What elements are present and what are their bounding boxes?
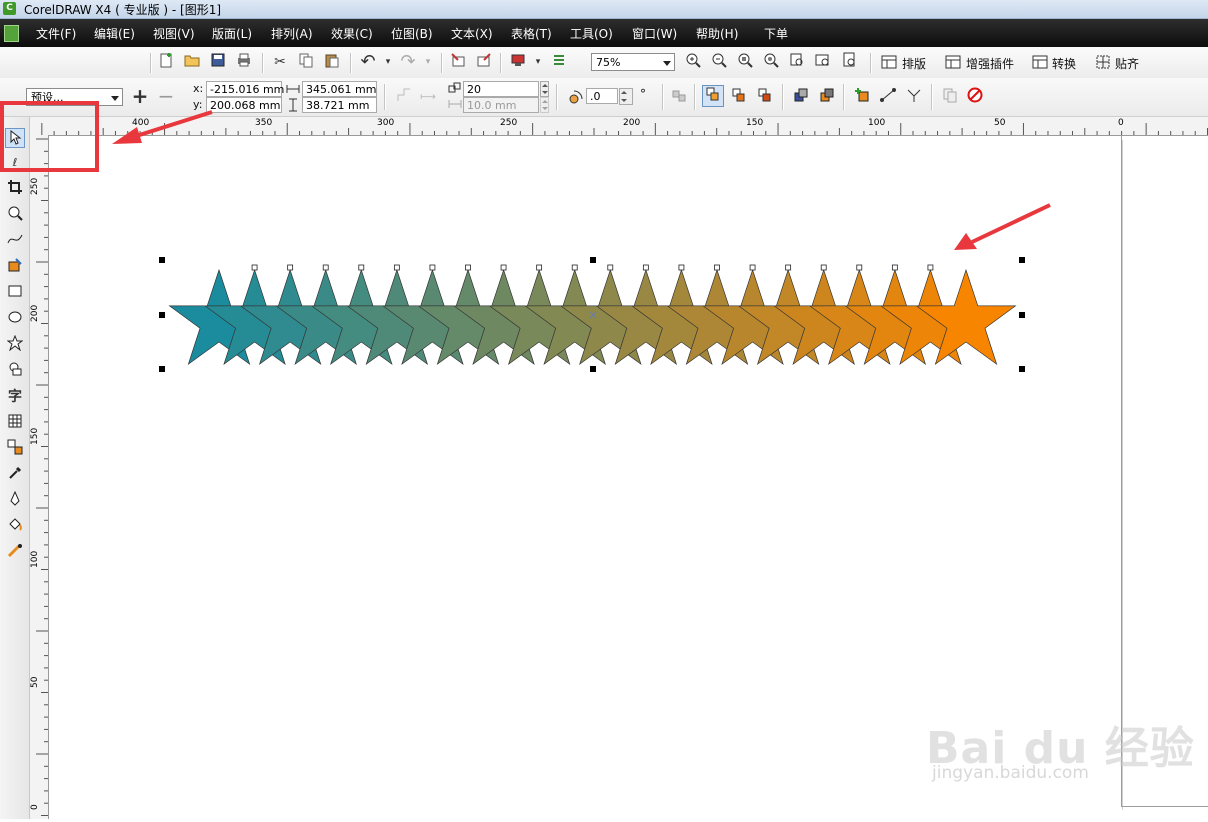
selection-handle [1019, 257, 1025, 263]
annotation-highlight-box [0, 101, 99, 172]
blend-node-marker [500, 264, 507, 271]
selection-handle [159, 366, 165, 372]
blend-node-marker [820, 264, 827, 271]
star-blend-group[interactable] [168, 268, 1017, 366]
blend-node-marker [785, 264, 792, 271]
selection-handle [1019, 366, 1025, 372]
blend-node-marker [251, 264, 258, 271]
blend-node-marker [607, 264, 614, 271]
annotation-arrow-left [112, 110, 213, 144]
selection-handle [159, 257, 165, 263]
watermark-url: jingyan.baidu.com [932, 763, 1089, 783]
blend-node-marker [393, 264, 400, 271]
blend-node-marker [678, 264, 685, 271]
selection-handle [159, 312, 165, 318]
blend-node-marker [465, 264, 471, 271]
selection-handle [1019, 312, 1025, 318]
blend-node-marker [322, 264, 329, 271]
blend-node-marker [287, 264, 294, 271]
blend-node-marker [927, 264, 934, 271]
blend-node-marker [536, 264, 543, 271]
annotation-arrow-right [954, 203, 1051, 250]
selection-handle [590, 366, 596, 372]
blend-object-layer [0, 101, 1051, 372]
blend-node-marker [642, 264, 649, 271]
blend-node-marker [891, 264, 898, 271]
blend-node-marker [856, 264, 863, 271]
blend-node-marker [358, 264, 365, 271]
blend-node-marker [429, 264, 436, 271]
selection-handle [590, 257, 596, 263]
blend-node-marker [714, 264, 720, 271]
blend-node-marker [571, 264, 578, 271]
blend-node-marker [749, 264, 756, 271]
